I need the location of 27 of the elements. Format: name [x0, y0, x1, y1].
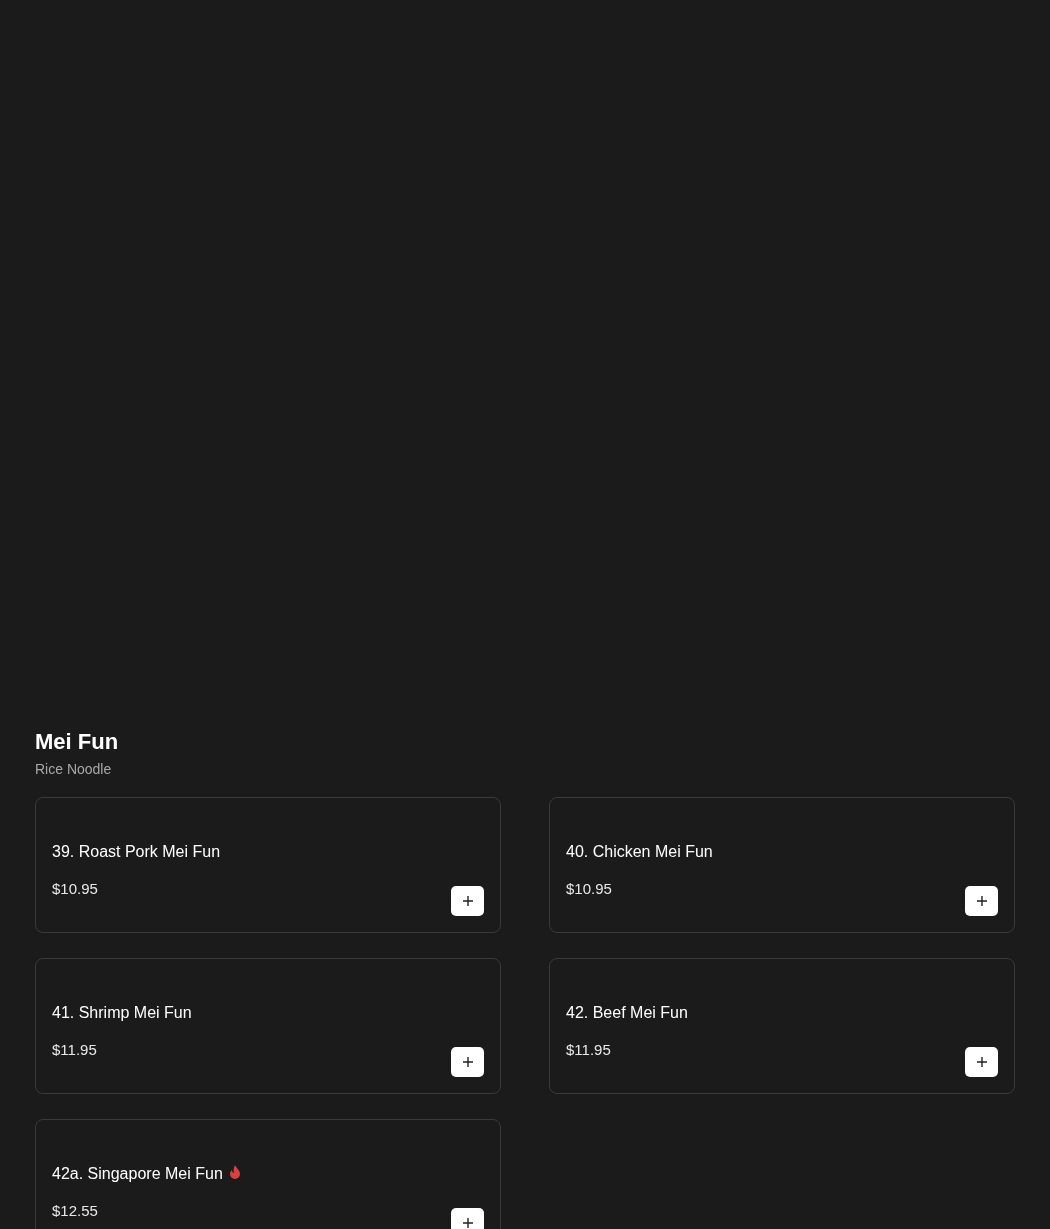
plus-icon — [462, 1218, 473, 1228]
item-name: 41. Shrimp Mei Fun — [52, 1003, 192, 1023]
plus-icon — [462, 1057, 473, 1067]
item-price: $11.95 — [566, 1040, 611, 1060]
plus-icon — [462, 896, 473, 906]
menu-item-card[interactable]: 40. Chicken Mei Fun $10.95 — [549, 797, 1015, 933]
section-subtitle: Rice Noodle — [35, 760, 112, 779]
add-button[interactable] — [451, 1047, 484, 1077]
menu-item-card[interactable]: 42. Beef Mei Fun $11.95 — [549, 958, 1015, 1094]
add-button[interactable] — [451, 1208, 484, 1229]
item-price: $10.95 — [52, 879, 98, 899]
add-button[interactable] — [451, 886, 484, 916]
add-button[interactable] — [965, 1047, 998, 1077]
add-button[interactable] — [965, 886, 998, 916]
plus-icon — [976, 896, 987, 906]
item-price: $11.95 — [52, 1040, 97, 1060]
item-name: 40. Chicken Mei Fun — [566, 842, 713, 862]
menu-item-card[interactable]: 41. Shrimp Mei Fun $11.95 — [35, 958, 501, 1094]
item-price: $10.95 — [566, 879, 612, 899]
item-name: 42. Beef Mei Fun — [566, 1003, 688, 1023]
plus-icon — [976, 1057, 987, 1067]
item-name: 39. Roast Pork Mei Fun — [52, 842, 221, 862]
item-name: 42a. Singapore Mei Fun — [52, 1164, 223, 1184]
item-price: $12.55 — [52, 1201, 98, 1221]
section-title: Mei Fun — [35, 728, 119, 756]
menu-item-card[interactable]: 39. Roast Pork Mei Fun $10.95 — [35, 797, 501, 933]
menu-item-card[interactable]: 42a. Singapore Mei Fun $12.55 — [35, 1119, 501, 1229]
